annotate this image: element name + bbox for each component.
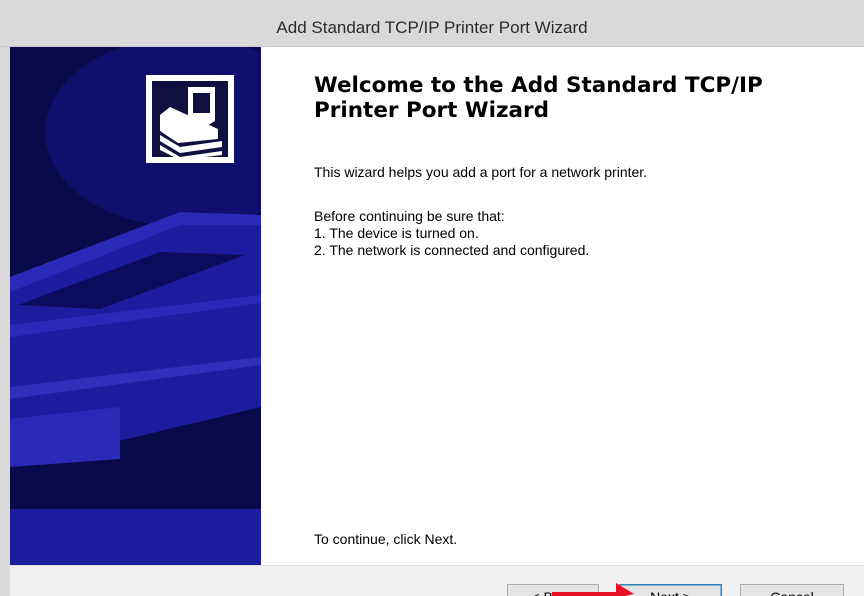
intro-text: This wizard helps you add a port for a n… — [314, 164, 648, 180]
button-bar: < Back Next > Cancel — [10, 565, 864, 596]
annotation-arrow-icon — [552, 583, 634, 596]
continue-text: To continue, click Next. — [314, 531, 458, 547]
wizard-window: Add Standard TCP/IP Printer Port Wizard — [0, 0, 864, 596]
window-frame-left — [0, 0, 10, 596]
window-title: Add Standard TCP/IP Printer Port Wizard — [276, 18, 588, 37]
cancel-button[interactable]: Cancel — [740, 584, 844, 596]
before-label: Before continuing be sure that: — [314, 208, 505, 224]
condition-item: 1. The device is turned on. — [314, 225, 479, 241]
banner-artwork — [10, 47, 261, 565]
wizard-heading: Welcome to the Add Standard TCP/IP Print… — [314, 73, 763, 123]
title-bar[interactable]: Add Standard TCP/IP Printer Port Wizard — [0, 0, 864, 47]
condition-item: 2. The network is connected and configur… — [314, 242, 590, 258]
printer-network-icon — [146, 75, 234, 163]
wizard-content: Welcome to the Add Standard TCP/IP Print… — [10, 47, 864, 565]
wizard-banner — [10, 47, 261, 565]
